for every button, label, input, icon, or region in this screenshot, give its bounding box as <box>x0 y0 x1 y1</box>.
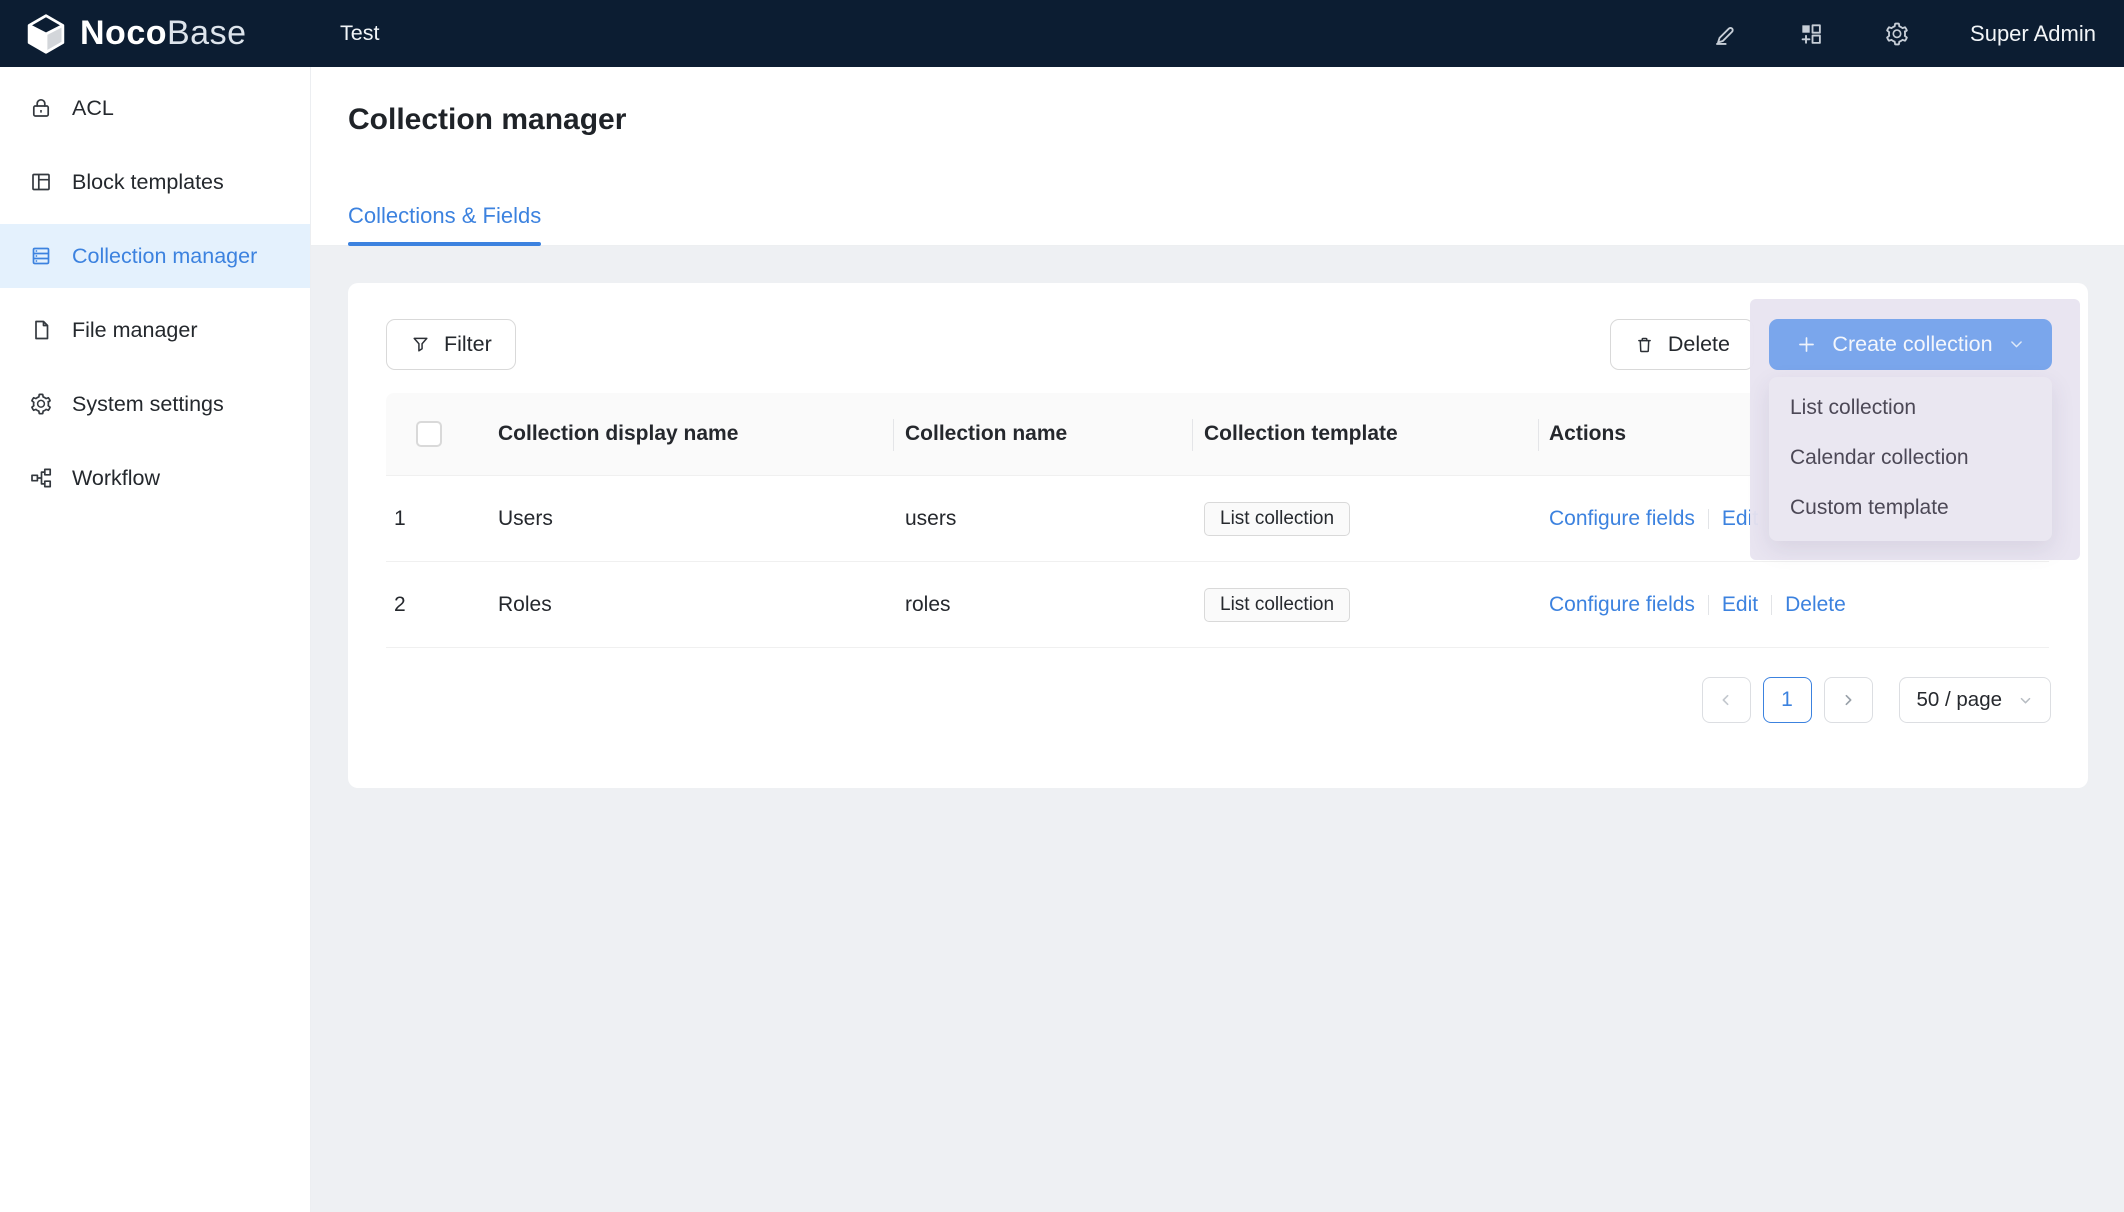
sidebar-item-acl[interactable]: ACL <box>0 76 310 140</box>
chevron-down-icon <box>2008 336 2025 353</box>
chevron-down-icon <box>2018 693 2033 708</box>
action-divider <box>1708 509 1709 529</box>
workflow-icon <box>29 466 53 490</box>
row-index: 1 <box>386 507 486 531</box>
app-page: NocoBase Test Super Admin <box>0 0 2124 1212</box>
row-index: 2 <box>386 593 486 617</box>
header-cell-template: Collection template <box>1192 422 1538 446</box>
layout-icon <box>29 170 53 194</box>
sidebar: ACL Block templates Collection manager <box>0 67 311 1212</box>
gear-icon <box>29 392 53 416</box>
chevron-right-icon <box>1840 692 1856 708</box>
template-tag: List collection <box>1204 588 1350 622</box>
action-divider <box>1771 595 1772 615</box>
cell-collection-name: roles <box>893 593 1192 617</box>
main-header: Collection manager Collections & Fields <box>311 67 2124 246</box>
header-cell-display-name: Collection display name <box>486 422 893 446</box>
chevron-left-icon <box>1718 692 1734 708</box>
nocobase-cube-icon <box>24 12 68 56</box>
create-collection-dropdown-overlay: Create collection List collection Calend… <box>1750 299 2080 560</box>
template-tag: List collection <box>1204 502 1350 536</box>
menu-item-custom-template[interactable]: Custom template <box>1769 483 2052 533</box>
sidebar-item-label: Collection manager <box>72 244 257 269</box>
brand-text: NocoBase <box>80 14 247 53</box>
delete-link[interactable]: Delete <box>1785 593 1846 617</box>
header-cell-collection-name: Collection name <box>893 422 1192 446</box>
gear-icon[interactable] <box>1884 21 1910 47</box>
lock-icon <box>29 96 53 120</box>
pagination-page-1[interactable]: 1 <box>1763 677 1812 723</box>
create-collection-menu: List collection Calendar collection Cust… <box>1769 377 2052 541</box>
sidebar-item-collection-manager[interactable]: Collection manager <box>0 224 310 288</box>
cell-actions: Configure fields Edit Delete <box>1538 593 2049 617</box>
page-size-select[interactable]: 50 / page <box>1899 677 2052 723</box>
sidebar-item-system-settings[interactable]: System settings <box>0 372 310 436</box>
sidebar-item-label: Block templates <box>72 170 224 195</box>
tab-bar: Collections & Fields <box>348 203 541 246</box>
sidebar-item-file-manager[interactable]: File manager <box>0 298 310 362</box>
select-all-checkbox[interactable] <box>416 421 442 447</box>
file-icon <box>29 318 53 342</box>
database-icon <box>29 244 53 268</box>
cell-collection-name: users <box>893 507 1192 531</box>
table-row: 2 Roles roles List collection Configure … <box>386 562 2049 648</box>
configure-fields-link[interactable]: Configure fields <box>1549 593 1695 617</box>
create-collection-button[interactable]: Create collection <box>1769 319 2052 370</box>
action-divider <box>1708 595 1709 615</box>
user-menu[interactable]: Super Admin <box>1970 21 2096 47</box>
page-title: Collection manager <box>348 103 626 137</box>
trash-icon <box>1634 334 1655 355</box>
menu-item-calendar-collection[interactable]: Calendar collection <box>1769 433 2052 483</box>
header-divider <box>1538 419 1539 451</box>
edit-link[interactable]: Edit <box>1722 593 1758 617</box>
plus-icon <box>1796 334 1817 355</box>
pagination: 1 50 / page <box>1702 677 2052 723</box>
sidebar-item-label: System settings <box>72 392 224 417</box>
highlighter-icon[interactable] <box>1712 21 1738 47</box>
sidebar-item-block-templates[interactable]: Block templates <box>0 150 310 214</box>
cell-template: List collection <box>1192 588 1538 622</box>
brand-logo[interactable]: NocoBase <box>24 12 314 56</box>
header-cell-select <box>386 421 486 447</box>
cell-template: List collection <box>1192 502 1538 536</box>
configure-fields-link[interactable]: Configure fields <box>1549 507 1695 531</box>
tab-collections-and-fields[interactable]: Collections & Fields <box>348 203 541 246</box>
filter-button[interactable]: Filter <box>386 319 516 370</box>
sidebar-item-label: ACL <box>72 96 114 121</box>
tab-active-ink-bar <box>348 242 541 246</box>
sidebar-item-label: Workflow <box>72 466 160 491</box>
sidebar-item-label: File manager <box>72 318 197 343</box>
navbar-right-group: Super Admin <box>1712 21 2096 47</box>
filter-icon <box>410 334 431 355</box>
header-divider <box>893 419 894 451</box>
appstore-add-icon[interactable] <box>1798 21 1824 47</box>
cell-display-name: Users <box>486 507 893 531</box>
pagination-next-button[interactable] <box>1824 677 1873 723</box>
top-navbar: NocoBase Test Super Admin <box>0 0 2124 67</box>
sidebar-item-workflow[interactable]: Workflow <box>0 446 310 510</box>
cell-display-name: Roles <box>486 593 893 617</box>
nav-menu-item-test[interactable]: Test <box>340 21 379 46</box>
header-divider <box>1192 419 1193 451</box>
menu-item-list-collection[interactable]: List collection <box>1769 383 2052 433</box>
pagination-prev-button[interactable] <box>1702 677 1751 723</box>
delete-button[interactable]: Delete <box>1610 319 1754 370</box>
